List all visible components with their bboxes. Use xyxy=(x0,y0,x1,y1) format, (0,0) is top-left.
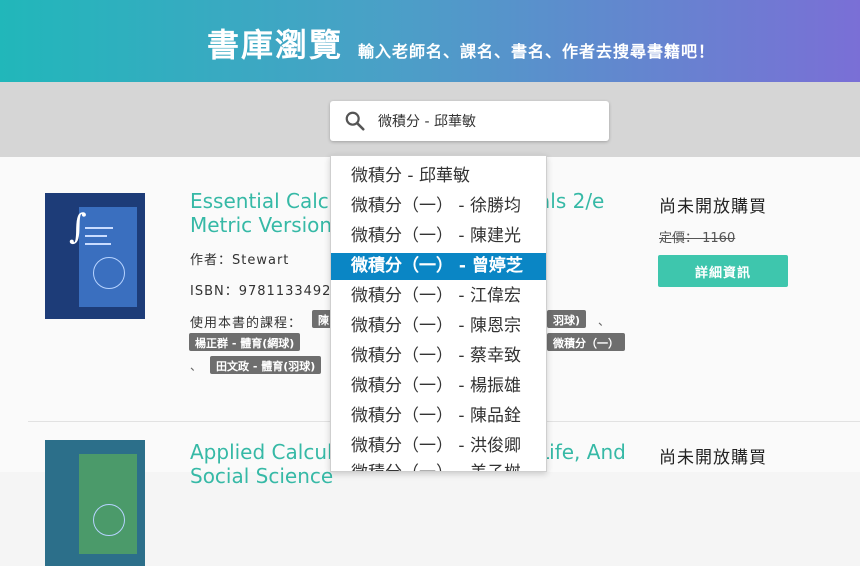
book-price: 定價： 1160 xyxy=(659,231,736,246)
suggestion-option-active[interactable]: 微積分（一） - 曾婷芝 xyxy=(331,253,546,280)
book-title-line1[interactable]: Applied Calcul xyxy=(190,440,333,464)
book-title-line1b[interactable]: Life, And xyxy=(538,440,626,464)
purchase-status: 尚未開放購買 xyxy=(659,197,767,217)
search-suggestions-dropdown: 微積分 - 邱華敏 微積分（一） - 徐勝均 微積分（一） - 陳建光 微積分（… xyxy=(330,155,547,472)
course-tag[interactable]: 田文政 - 體育(羽球) xyxy=(210,356,322,374)
suggestion-option[interactable]: 微積分（一） - 美子桝 xyxy=(331,460,546,471)
book-title-line1[interactable]: Essential Calcu xyxy=(190,189,341,213)
search-input[interactable] xyxy=(378,101,598,141)
search-area xyxy=(0,82,860,157)
page-title: 書庫瀏覽 xyxy=(207,26,344,64)
course-tag[interactable]: 微積分（一） xyxy=(547,333,625,351)
book-cover-image[interactable]: ∫ xyxy=(45,193,145,319)
suggestion-option[interactable]: 微積分（一） - 徐勝均 xyxy=(331,193,546,220)
tag-separator: 、 xyxy=(190,359,203,373)
tag-separator: 、 xyxy=(598,314,611,328)
header-banner: 書庫瀏覽 輸入老師名、課名、書名、作者去搜尋書籍吧！ xyxy=(0,0,860,82)
page-subtitle: 輸入老師名、課名、書名、作者去搜尋書籍吧！ xyxy=(358,42,716,61)
cover-line xyxy=(85,227,113,229)
course-tag[interactable]: 羽球) xyxy=(547,310,587,328)
book-title-line1b[interactable]: als 2/e xyxy=(538,189,604,213)
suggestion-option[interactable]: 微積分（一） - 江偉宏 xyxy=(331,283,546,310)
book-title-line2[interactable]: Social Science xyxy=(190,464,333,488)
suggestion-option[interactable]: 微積分（一） - 陳建光 xyxy=(331,223,546,250)
book-isbn: ISBN：97811334925 xyxy=(190,284,341,299)
purchase-status: 尚未開放購買 xyxy=(659,448,767,468)
book-author: 作者：Stewart xyxy=(190,253,290,268)
suggestion-option[interactable]: 微積分（一） - 陳恩宗 xyxy=(331,313,546,340)
detail-button[interactable]: 詳細資訊 xyxy=(658,255,788,287)
cover-panel xyxy=(79,454,137,554)
search-box[interactable] xyxy=(330,101,609,141)
suggestion-option[interactable]: 微積分 - 邱華敏 xyxy=(331,163,546,190)
cover-panel xyxy=(79,207,137,307)
suggestion-option[interactable]: 微積分（一） - 洪俊卿 xyxy=(331,433,546,460)
course-tag[interactable]: 楊正群 - 體育(網球) xyxy=(189,333,301,351)
suggestion-option[interactable]: 微積分（一） - 楊振雄 xyxy=(331,373,546,400)
cover-line xyxy=(85,243,111,245)
courses-label: 使用本書的課程： xyxy=(190,316,303,331)
search-icon[interactable] xyxy=(344,110,366,132)
book-cover-image[interactable] xyxy=(45,440,145,566)
suggestion-option[interactable]: 微積分（一） - 蔡幸致 xyxy=(331,343,546,370)
cover-line xyxy=(85,235,107,237)
book-title-line2[interactable]: Metric Version xyxy=(190,213,332,237)
suggestion-option[interactable]: 微積分（一） - 陳品銓 xyxy=(331,403,546,430)
